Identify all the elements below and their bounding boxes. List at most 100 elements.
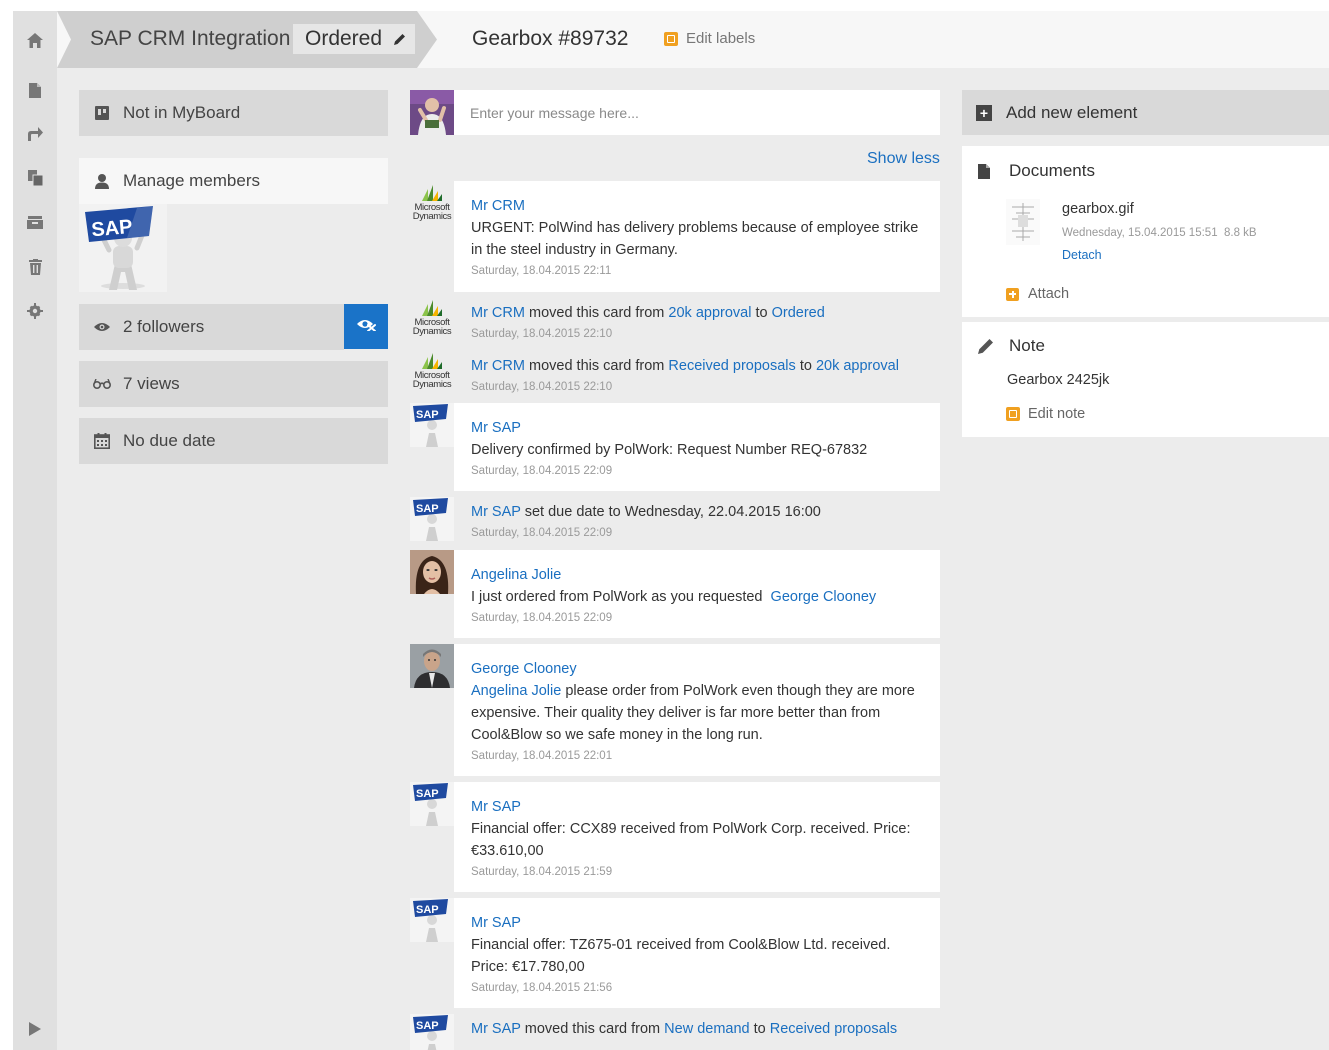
george-clooney-avatar (410, 644, 454, 688)
detach-link[interactable]: Detach (1062, 248, 1102, 262)
microsoft-dynamics-avatar: Microsoft Dynamics (410, 349, 454, 393)
share-icon[interactable] (13, 122, 57, 146)
feed-timestamp: Saturday, 18.04.2015 21:59 (471, 866, 613, 878)
list-link[interactable]: Ordered (772, 305, 825, 321)
plus-icon: + (976, 104, 992, 121)
edit-note-button[interactable]: Edit note (1006, 406, 1085, 422)
sap-logo-text: SAP (416, 503, 439, 515)
feed-to-word: to (753, 1021, 766, 1037)
author-link[interactable]: Mr SAP (471, 915, 521, 931)
calendar-icon (93, 432, 111, 450)
edit-labels-button[interactable]: Edit labels (664, 30, 755, 47)
microsoft-dynamics-label: Microsoft Dynamics (412, 202, 452, 222)
feed-timestamp: Saturday, 18.04.2015 22:11 (471, 265, 612, 277)
pencil-icon (394, 27, 406, 51)
myboard-label: Not in MyBoard (123, 103, 241, 122)
pencil-icon (978, 338, 994, 354)
feed-text: Financial offer: CCX89 received from Pol… (471, 821, 911, 859)
feed-timestamp: Saturday, 18.04.2015 22:10 (471, 328, 613, 340)
list-link[interactable]: Received proposals (668, 358, 795, 374)
archive-icon[interactable] (13, 210, 57, 234)
sap-logo-text: SAP (416, 409, 439, 421)
author-link[interactable]: Mr SAP (471, 420, 521, 436)
myboard-button[interactable]: Not in MyBoard (79, 90, 388, 136)
board-title[interactable]: SAP CRM Integration (90, 27, 290, 51)
mention-link[interactable]: George Clooney (771, 589, 877, 605)
unfollow-toggle[interactable] (344, 304, 388, 349)
sap-logo-text: SAP (416, 788, 439, 800)
attach-button[interactable]: Attach (1006, 286, 1069, 302)
documents-header: Documents (978, 161, 1095, 181)
status-selector[interactable]: Ordered (293, 24, 415, 54)
eye-icon (93, 318, 111, 336)
author-link[interactable]: Angelina Jolie (471, 567, 561, 583)
feed-body: Mr CRM moved this card from Received pro… (454, 349, 940, 397)
list-link[interactable]: Received proposals (770, 1021, 897, 1037)
feed-body: Angelina Jolie I just ordered from PolWo… (454, 550, 940, 638)
feed-timestamp: Saturday, 18.04.2015 21:56 (471, 982, 613, 994)
sap-avatar: SAP (410, 403, 454, 447)
edit-icon (1006, 407, 1020, 421)
home-icon[interactable] (13, 28, 57, 52)
sap-avatar: SAP (410, 782, 454, 826)
expand-icon[interactable] (13, 1017, 57, 1041)
user-icon (93, 172, 111, 190)
note-panel: Note Gearbox 2425jk Edit note (962, 322, 1329, 437)
current-user-avatar (410, 90, 454, 135)
author-link[interactable]: George Clooney (471, 661, 577, 677)
feed-body: Mr CRM URGENT: PolWind has delivery prob… (454, 181, 940, 292)
author-link[interactable]: Mr SAP (471, 504, 521, 520)
status-label: Ordered (305, 27, 383, 50)
author-link[interactable]: Mr CRM (471, 198, 525, 214)
settings-icon[interactable] (13, 299, 57, 323)
list-link[interactable]: New demand (664, 1021, 749, 1037)
feed-body: Mr SAP Delivery confirmed by PolWork: Re… (454, 403, 940, 491)
document-size: 8.8 kB (1223, 227, 1257, 239)
document-icon[interactable] (13, 78, 57, 102)
icon-rail (13, 11, 57, 1050)
message-composer (410, 90, 940, 135)
author-link[interactable]: Mr CRM (471, 305, 525, 321)
due-date-button[interactable]: No due date (79, 418, 388, 464)
note-header: Note (978, 336, 1045, 356)
followers-button[interactable]: 2 followers (79, 304, 344, 350)
sap-logo-text: SAP (90, 216, 133, 242)
feed-body: Mr SAP moved this card from New demand t… (454, 1014, 940, 1040)
sap-avatar: SAP (410, 898, 454, 942)
feed-body: Mr SAP Financial offer: TZ675-01 receive… (454, 898, 940, 1008)
mention-link[interactable]: Angelina Jolie (471, 683, 561, 699)
list-link[interactable]: 20k approval (668, 305, 751, 321)
manage-members-button[interactable]: Manage members (79, 158, 388, 204)
gearbox-thumbnail[interactable] (1006, 199, 1040, 245)
sap-avatar: SAP (410, 1014, 454, 1050)
feed-to-word: to (755, 305, 768, 321)
feed-timestamp: Saturday, 18.04.2015 22:09 (471, 527, 613, 539)
add-new-element-button[interactable]: + Add new element (962, 90, 1329, 135)
author-link[interactable]: Mr CRM (471, 358, 525, 374)
document-name-link[interactable]: gearbox.gif (1062, 201, 1134, 217)
feed-verb: moved this card from (529, 305, 665, 321)
trash-icon[interactable] (13, 255, 57, 279)
views-counter: 7 views (79, 361, 388, 407)
feed-body: Mr SAP set due date to Wednesday, 22.04.… (454, 497, 940, 543)
member-avatar-sap[interactable]: SAP (79, 204, 167, 292)
documents-title: Documents (1009, 161, 1095, 180)
copy-icon[interactable] (13, 166, 57, 190)
followers-label: 2 followers (123, 317, 205, 336)
microsoft-dynamics-label: Microsoft Dynamics (412, 370, 452, 390)
author-link[interactable]: Mr SAP (471, 1021, 521, 1037)
feed-body: Mr CRM moved this card from 20k approval… (454, 296, 940, 344)
feed-text: URGENT: PolWind has delivery problems be… (471, 220, 919, 258)
feed-body: George Clooney Angelina Jolie please ord… (454, 644, 940, 776)
feed-timestamp: Saturday, 18.04.2015 22:09 (471, 612, 613, 624)
due-date-label: No due date (123, 431, 216, 450)
note-text: Gearbox 2425jk (1007, 372, 1110, 388)
list-link[interactable]: 20k approval (816, 358, 899, 374)
show-less-link[interactable]: Show less (867, 150, 940, 168)
board-icon (93, 104, 111, 122)
message-input[interactable] (454, 90, 940, 135)
views-label: 7 views (123, 374, 180, 393)
microsoft-dynamics-avatar: Microsoft Dynamics (410, 296, 454, 340)
edit-note-label: Edit note (1028, 406, 1086, 422)
author-link[interactable]: Mr SAP (471, 799, 521, 815)
